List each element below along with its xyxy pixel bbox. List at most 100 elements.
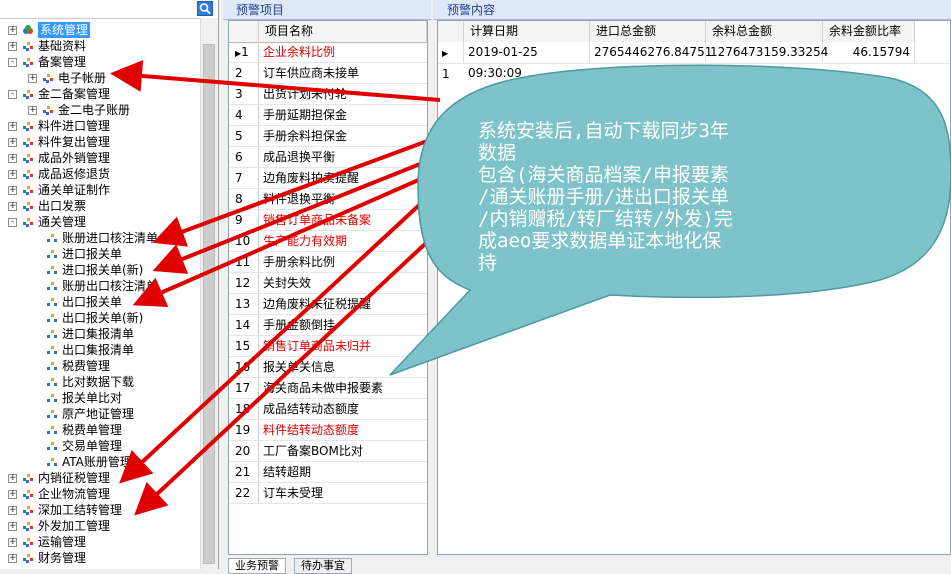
- expand-icon[interactable]: +: [28, 74, 37, 83]
- row-number-cell: 4: [229, 105, 259, 125]
- table-row[interactable]: 14 手册金额倒挂: [229, 315, 427, 336]
- tree-search-field[interactable]: [0, 0, 218, 19]
- tree-scroll-thumb[interactable]: [203, 44, 215, 564]
- expand-icon[interactable]: +: [8, 122, 17, 131]
- tree-scrollbar[interactable]: [200, 18, 218, 569]
- tree-item[interactable]: 税费单管理: [0, 422, 200, 438]
- tree-item[interactable]: 进口集报清单: [0, 326, 200, 342]
- column-header-name[interactable]: 项目名称: [259, 21, 427, 42]
- tab-todo[interactable]: 待办事宜: [294, 558, 352, 574]
- tree-item[interactable]: - 通关管理: [0, 214, 200, 230]
- tree-item[interactable]: + 外发加工管理: [0, 518, 200, 534]
- tree-item[interactable]: + 财务管理: [0, 550, 200, 566]
- collapse-icon[interactable]: -: [8, 90, 17, 99]
- table-row[interactable]: 3 出货计划未付轮: [229, 84, 427, 105]
- tree-item[interactable]: + 企业物流管理: [0, 486, 200, 502]
- table-row[interactable]: 5 手册余料担保金: [229, 126, 427, 147]
- expand-icon[interactable]: +: [8, 538, 17, 547]
- cell-item-name: 手册余料担保金: [263, 129, 348, 143]
- tree-item[interactable]: 账册出口核注清单: [0, 278, 200, 294]
- expand-icon[interactable]: +: [8, 26, 17, 35]
- tree-item[interactable]: + 电子帐册: [0, 70, 200, 86]
- table-row[interactable]: 12 关封失效: [229, 273, 427, 294]
- tree-item[interactable]: 原产地证管理: [0, 406, 200, 422]
- table-row[interactable]: 16 报关单关信息: [229, 357, 427, 378]
- expand-icon[interactable]: +: [8, 154, 17, 163]
- warning-items-title: 预警项目: [223, 0, 431, 20]
- expand-icon[interactable]: +: [8, 490, 17, 499]
- tree-item[interactable]: + 料件复出管理: [0, 134, 200, 150]
- tree-item[interactable]: 出口报关单: [0, 294, 200, 310]
- expand-icon[interactable]: +: [8, 474, 17, 483]
- expand-icon[interactable]: +: [8, 138, 17, 147]
- warning-items-panel: 预警项目 项目名称 ▶1 企业余料比例 2 订车供应商未接单 3 出货计划未付轮 4 手册延期…: [223, 0, 431, 574]
- table-row[interactable]: 13 边角废料未征税提醒: [229, 294, 427, 315]
- table-row[interactable]: 6 成品退换平衡: [229, 147, 427, 168]
- table-row[interactable]: ▶1 企业余料比例: [229, 42, 427, 63]
- tree-item[interactable]: 账册进口核注清单: [0, 230, 200, 246]
- tree-item[interactable]: 交易单管理: [0, 438, 200, 454]
- tree-item[interactable]: + 深加工结转管理: [0, 502, 200, 518]
- expand-icon[interactable]: +: [8, 554, 17, 563]
- column-header-import-total[interactable]: 进口总金额: [590, 21, 706, 42]
- tab-business-warning[interactable]: 业务预警: [228, 558, 286, 574]
- expand-icon[interactable]: +: [8, 170, 17, 179]
- tree-item[interactable]: + 基础资料: [0, 38, 200, 54]
- tree-item[interactable]: + 内销征税管理: [0, 470, 200, 486]
- tree-item[interactable]: 报关单比对: [0, 390, 200, 406]
- table-row[interactable]: 15 销售订单商品未归并: [229, 336, 427, 357]
- folder-icon: [22, 472, 34, 484]
- column-header-ratio[interactable]: 余料金额比率: [823, 21, 915, 42]
- column-header-surplus-total[interactable]: 余料总金额: [706, 21, 823, 42]
- tree-item[interactable]: + 成品返修退货: [0, 166, 200, 182]
- tree-item[interactable]: + 系统管理: [0, 22, 200, 38]
- expand-icon[interactable]: +: [8, 42, 17, 51]
- tree-item[interactable]: 进口报关单(新): [0, 262, 200, 278]
- table-row[interactable]: 8 料件退换平衡: [229, 189, 427, 210]
- tree-item[interactable]: - 金二备案管理: [0, 86, 200, 102]
- table-row[interactable]: 19 料件结转动态额度: [229, 420, 427, 441]
- table-row[interactable]: 18 成品结转动态额度: [229, 399, 427, 420]
- tree-item[interactable]: ATA账册管理: [0, 454, 200, 470]
- table-row[interactable]: 9 销售订单商品未备案: [229, 210, 427, 231]
- tree-item[interactable]: 进口报关单: [0, 246, 200, 262]
- tree-item[interactable]: + 料件进口管理: [0, 118, 200, 134]
- tree-item[interactable]: 比对数据下载: [0, 374, 200, 390]
- cell-item-name: 边角废料未征税提醒: [263, 297, 372, 311]
- table-row[interactable]: 10 生产能力有效期: [229, 231, 427, 252]
- folder-icon: [22, 200, 34, 212]
- table-row[interactable]: 7 边角废料拍卖提醒: [229, 168, 427, 189]
- column-header-date[interactable]: 计算日期: [464, 21, 590, 42]
- row-number-cell: 10: [229, 231, 259, 251]
- row-number: 11: [235, 255, 251, 269]
- expand-icon[interactable]: +: [8, 522, 17, 531]
- search-button[interactable]: [197, 1, 213, 16]
- table-row[interactable]: 2 订车供应商未接单: [229, 63, 427, 84]
- expand-icon[interactable]: +: [8, 506, 17, 515]
- table-row[interactable]: 20 工厂备案BOM比对: [229, 441, 427, 462]
- tree-item[interactable]: + 通关单证制作: [0, 182, 200, 198]
- tree-item[interactable]: + 运输管理: [0, 534, 200, 550]
- tree-item[interactable]: - 备案管理: [0, 54, 200, 70]
- tree-item[interactable]: 出口报关单(新): [0, 310, 200, 326]
- tree-item[interactable]: + 出口发票: [0, 198, 200, 214]
- row-number: 2: [235, 66, 243, 80]
- tree-item-label: 金二电子账册: [58, 103, 131, 117]
- table-row[interactable]: ▶ 1 2019-01-25 09:30:09 2765446276.84751…: [438, 42, 950, 81]
- tree-item[interactable]: 出口集报清单: [0, 342, 200, 358]
- table-row[interactable]: 22 订车未受理: [229, 483, 427, 504]
- expand-icon[interactable]: +: [8, 186, 17, 195]
- row-number-cell: 2: [229, 63, 259, 83]
- row-number-header: [438, 21, 464, 42]
- expand-icon[interactable]: +: [8, 202, 17, 211]
- table-row[interactable]: 21 结转超期: [229, 462, 427, 483]
- table-row[interactable]: 17 海关商品未做申报要素: [229, 378, 427, 399]
- tree-item[interactable]: + 金二电子账册: [0, 102, 200, 118]
- table-row[interactable]: 4 手册延期担保金: [229, 105, 427, 126]
- tree-item[interactable]: + 成品外销管理: [0, 150, 200, 166]
- tree-item[interactable]: 税费管理: [0, 358, 200, 374]
- expand-icon[interactable]: +: [28, 106, 37, 115]
- collapse-icon[interactable]: -: [8, 218, 17, 227]
- collapse-icon[interactable]: -: [8, 58, 17, 67]
- table-row[interactable]: 11 手册余料比例: [229, 252, 427, 273]
